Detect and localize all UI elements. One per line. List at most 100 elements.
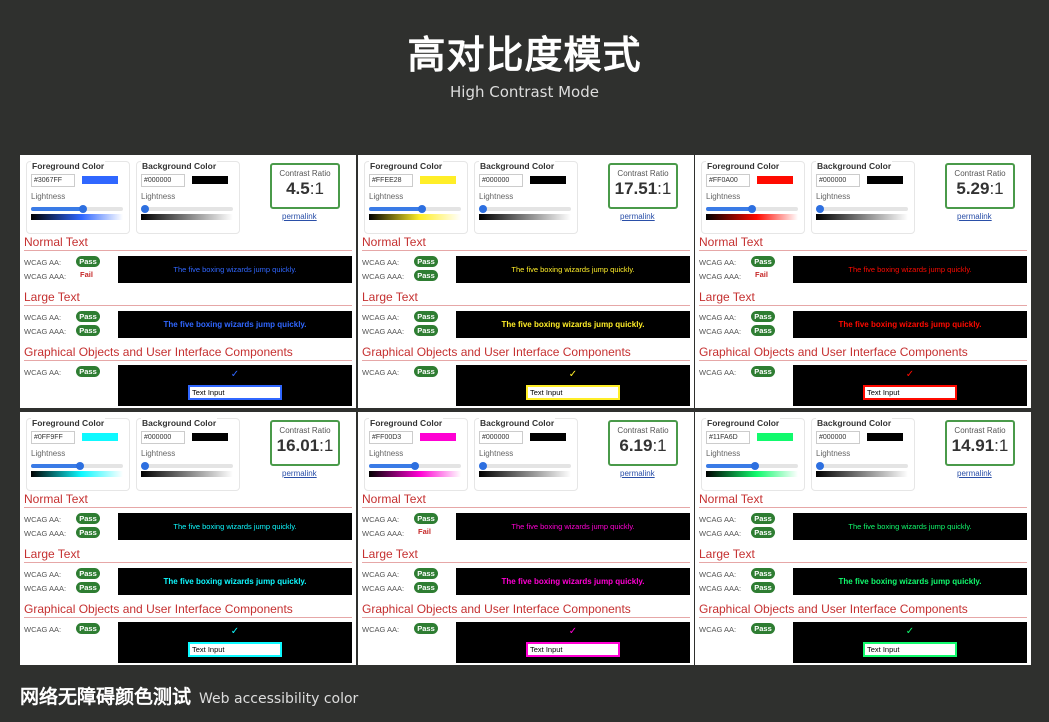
normal-text-heading: Normal Text [24,235,352,251]
ui-component-sample: ✓ Text Input [456,365,690,406]
background-color-swatch[interactable] [867,433,903,441]
large-text-sample: The five boxing wizards jump quickly. [456,568,690,595]
lightness-label: Lightness [816,449,851,458]
normal-text-heading: Normal Text [24,492,352,508]
foreground-color-swatch[interactable] [82,433,118,441]
foreground-color-swatch[interactable] [420,176,456,184]
lightness-gradient [369,471,461,477]
background-color-box: Background Color #000000 Lightness [136,161,240,234]
foreground-color-swatch[interactable] [420,433,456,441]
lightness-gradient [816,214,908,220]
background-color-swatch[interactable] [530,176,566,184]
slider-handle[interactable] [815,462,824,470]
background-lightness-slider[interactable] [478,462,571,470]
checkmark-icon: ✓ [905,626,915,637]
background-hex-input[interactable]: #000000 [479,431,523,444]
foreground-hex-input[interactable]: #11FA6D [706,431,750,444]
foreground-hex-input[interactable]: #FFEE28 [369,174,413,187]
slider-handle[interactable] [140,462,149,470]
large-text-heading: Large Text [24,547,352,563]
ratio-number: 5.29 [956,179,990,198]
slider-handle[interactable] [78,205,87,213]
large-aaa-result-pass-badge: Pass [414,325,438,336]
foreground-lightness-slider[interactable] [369,462,461,470]
lightness-gradient [31,471,123,477]
background-lightness-slider[interactable] [815,205,908,213]
background-color-swatch[interactable] [192,176,228,184]
slider-handle[interactable] [750,462,759,470]
lightness-gradient [479,471,571,477]
foreground-color-swatch[interactable] [757,433,793,441]
text-input-sample[interactable]: Text Input [188,385,282,400]
permalink-link[interactable]: permalink [282,469,317,478]
wcag-aa-label: WCAG AA: [699,368,737,377]
permalink-link[interactable]: permalink [282,212,317,221]
background-hex-input[interactable]: #000000 [479,174,523,187]
wcag-aa-label: WCAG AA: [24,570,62,579]
text-input-sample[interactable]: Text Input [526,385,620,400]
foreground-lightness-slider[interactable] [706,205,798,213]
slider-handle[interactable] [478,462,487,470]
permalink-link[interactable]: permalink [620,469,655,478]
large-text-sample: The five boxing wizards jump quickly. [456,311,690,338]
background-color-swatch[interactable] [530,433,566,441]
background-hex-input[interactable]: #000000 [141,174,185,187]
contrast-ratio-box: Contrast Ratio 16.01:1 [270,420,340,466]
background-color-swatch[interactable] [192,433,228,441]
large-aa-result-pass-badge: Pass [751,568,775,579]
lightness-label: Lightness [479,192,514,201]
wcag-aa-label: WCAG AA: [699,313,737,322]
permalink-link[interactable]: permalink [620,212,655,221]
slider-handle[interactable] [75,462,84,470]
text-input-sample[interactable]: Text Input [863,385,957,400]
ratio-suffix: :1 [989,179,1004,198]
foreground-lightness-slider[interactable] [706,462,798,470]
foreground-lightness-slider[interactable] [31,205,123,213]
text-input-sample[interactable]: Text Input [188,642,282,657]
wcag-aa-label: WCAG AA: [24,368,62,377]
background-hex-input[interactable]: #000000 [141,431,185,444]
background-lightness-slider[interactable] [140,205,233,213]
background-hex-input[interactable]: #000000 [816,174,860,187]
foreground-hex-input[interactable]: #3067FF [31,174,75,187]
background-color-box: Background Color #000000 Lightness [136,418,240,491]
foreground-hex-input[interactable]: #FF00D3 [369,431,413,444]
ratio-number: 17.51 [614,179,658,198]
foreground-color-swatch[interactable] [82,176,118,184]
permalink-link[interactable]: permalink [957,469,992,478]
contrast-ratio-label: Contrast Ratio [279,426,331,435]
graphical-objects-heading: Graphical Objects and User Interface Com… [699,602,1027,618]
foreground-color-box: Foreground Color #11FA6D Lightness [701,418,805,491]
slider-handle[interactable] [418,205,427,213]
contrast-ratio-box: Contrast Ratio 14.91:1 [945,420,1015,466]
slider-handle[interactable] [411,462,419,470]
foreground-hex-input[interactable]: #0FF9FF [31,431,75,444]
slider-handle[interactable] [815,205,824,213]
lightness-gradient [31,214,123,220]
wcag-aaa-label: WCAG AAA: [699,272,742,281]
foreground-hex-input[interactable]: #FF0A00 [706,174,750,187]
background-lightness-slider[interactable] [140,462,233,470]
text-input-sample[interactable]: Text Input [526,642,620,657]
permalink-link[interactable]: permalink [957,212,992,221]
foreground-lightness-slider[interactable] [369,205,461,213]
slider-handle[interactable] [140,205,149,213]
contrast-checker-panel: Foreground Color #3067FF Lightness Backg… [20,155,356,408]
background-hex-input[interactable]: #000000 [816,431,860,444]
slider-handle[interactable] [748,205,756,213]
text-input-sample[interactable]: Text Input [863,642,957,657]
background-lightness-slider[interactable] [478,205,571,213]
background-color-label: Background Color [141,161,218,171]
background-color-swatch[interactable] [867,176,903,184]
wcag-aa-label: WCAG AA: [699,258,737,267]
contrast-ratio-box: Contrast Ratio 4.5:1 [270,163,340,209]
foreground-lightness-slider[interactable] [31,462,123,470]
background-color-box: Background Color #000000 Lightness [474,161,578,234]
contrast-ratio-label: Contrast Ratio [954,169,1006,178]
graphic-aa-result-pass-badge: Pass [751,366,775,377]
foreground-color-swatch[interactable] [757,176,793,184]
background-color-label: Background Color [479,161,556,171]
background-lightness-slider[interactable] [815,462,908,470]
wcag-aaa-label: WCAG AAA: [699,584,742,593]
slider-handle[interactable] [478,205,487,213]
